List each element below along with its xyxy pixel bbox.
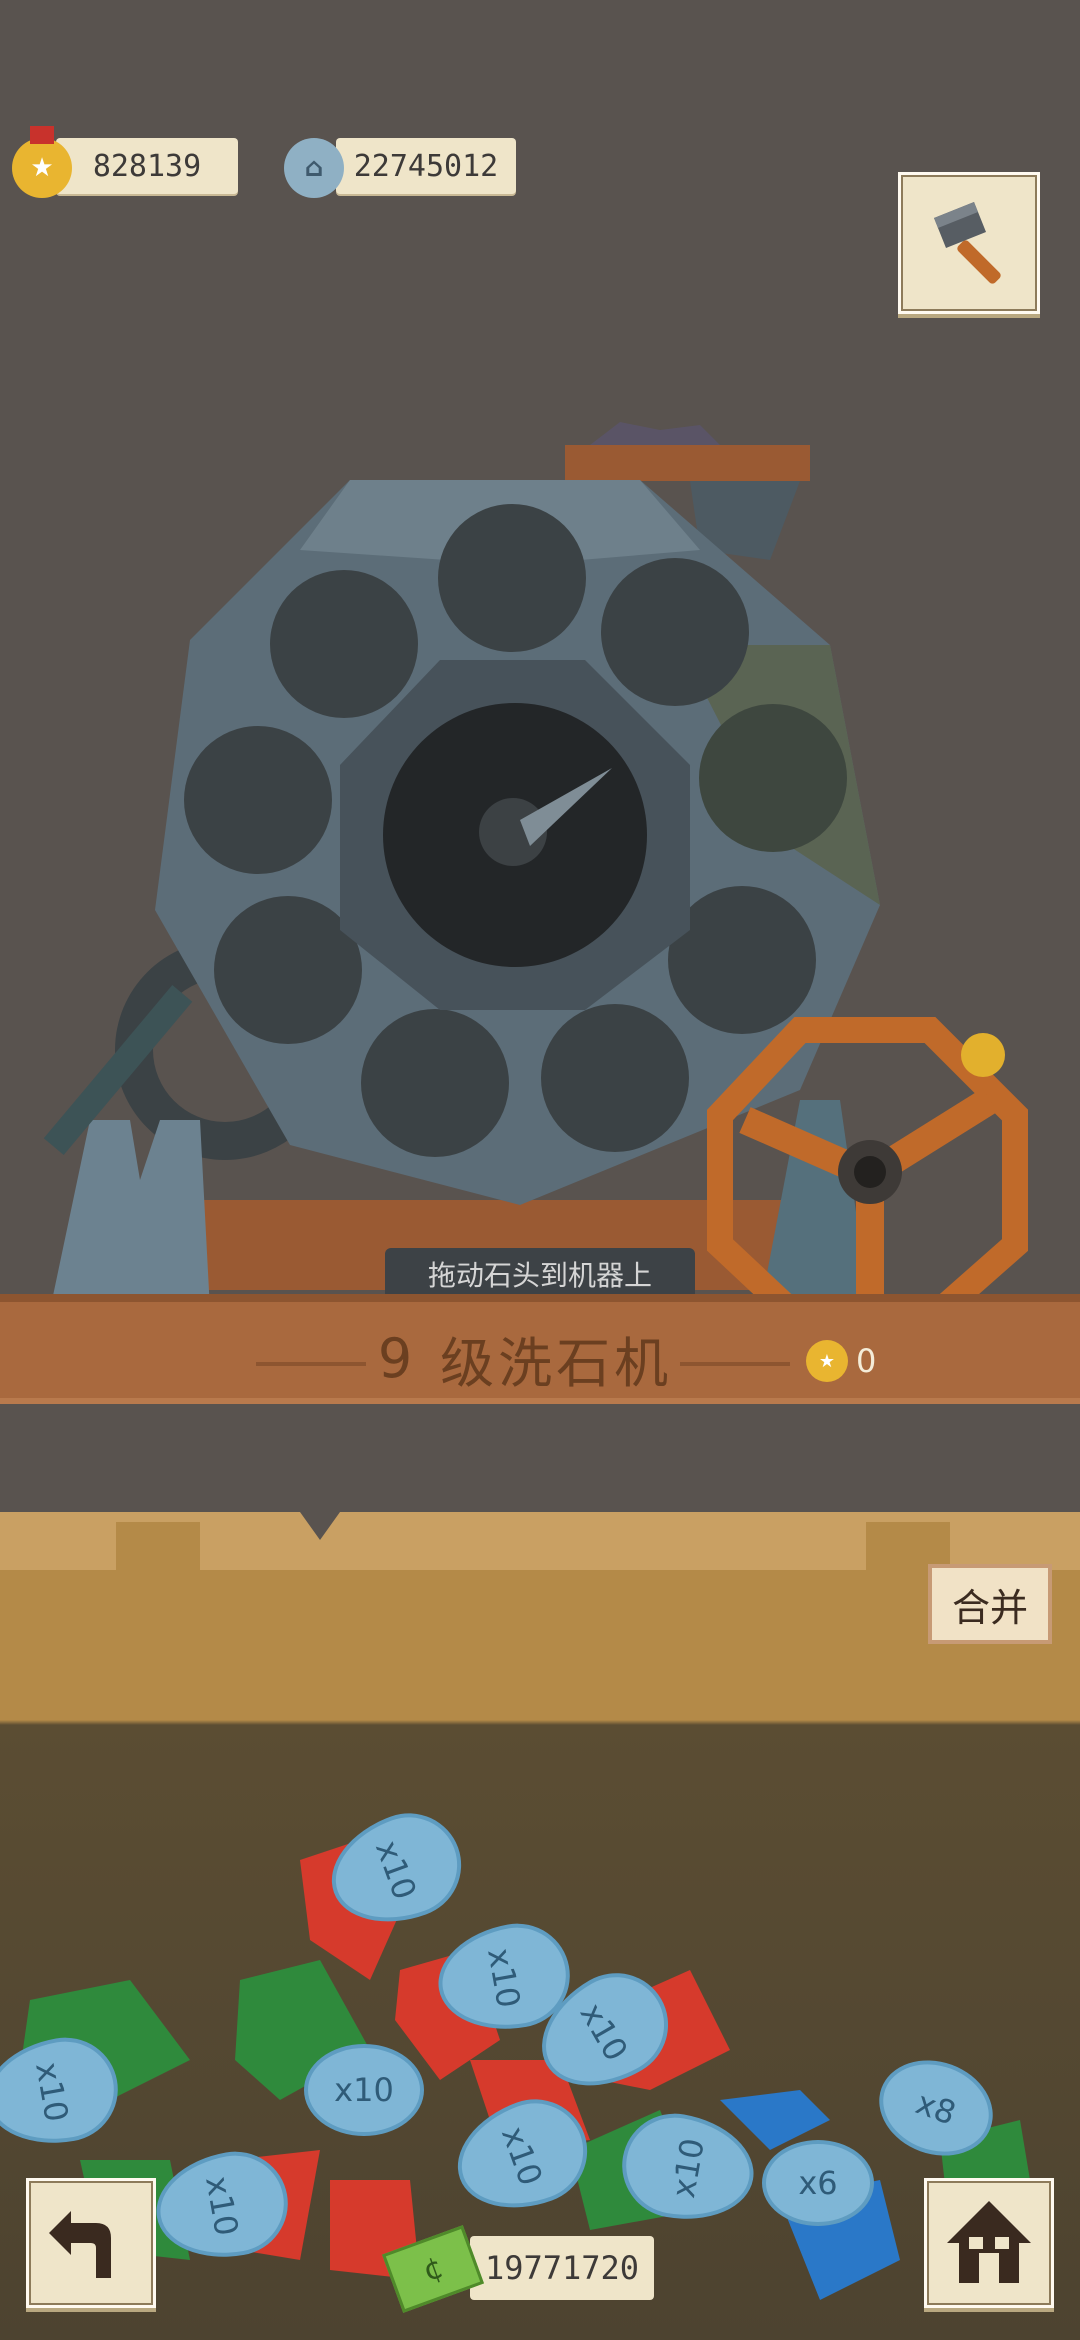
drum-slot[interactable] xyxy=(184,726,332,874)
plank-decoration xyxy=(680,1362,790,1366)
back-button[interactable] xyxy=(26,2178,156,2308)
steering-wheel[interactable] xyxy=(707,1017,1028,1320)
merge-button[interactable]: 合并 xyxy=(928,1564,1052,1644)
drum-slot[interactable] xyxy=(438,504,586,652)
feeder-tray[interactable] xyxy=(565,445,810,481)
drum-slot[interactable] xyxy=(668,886,816,1034)
left-stand xyxy=(50,1120,210,1310)
gear-coin-value: 22745012 xyxy=(353,148,499,184)
gear-coin-counter: 22745012 xyxy=(336,138,516,194)
hammer-button[interactable] xyxy=(898,172,1040,314)
machine-title: 9 级洗石机 xyxy=(360,1326,690,1395)
hammer-icon xyxy=(934,202,1001,284)
bin-notch xyxy=(300,1512,340,1540)
drum-slot[interactable] xyxy=(214,896,362,1044)
bin-post-left xyxy=(116,1522,200,1622)
multiplier-tag[interactable]: x10 xyxy=(304,2044,424,2136)
drum-slot[interactable] xyxy=(270,570,418,718)
drum-slot[interactable] xyxy=(541,1004,689,1152)
drum-slot[interactable] xyxy=(699,704,847,852)
reward-medal-icon: ★ xyxy=(806,1340,848,1382)
reward-value: 0 xyxy=(856,1342,877,1380)
home-icon xyxy=(947,2201,1031,2283)
drum-slot[interactable] xyxy=(361,1009,509,1157)
stone-washer-machine[interactable] xyxy=(0,400,1080,1320)
drum-slot[interactable] xyxy=(601,558,749,706)
machine-name: 级洗石机 xyxy=(440,1331,673,1395)
back-arrow-icon xyxy=(49,2211,111,2278)
medal-value: 828139 xyxy=(92,148,202,184)
medal-counter: 828139 xyxy=(56,138,238,194)
gear-coin-icon: ⌂ xyxy=(284,138,344,198)
money-counter: 19771720 xyxy=(470,2236,654,2300)
medal-icon: ★ xyxy=(12,126,72,198)
stone-on-tray xyxy=(590,422,720,445)
drag-hint: 拖动石头到机器上 xyxy=(385,1248,695,1300)
machine-level: 9 xyxy=(377,1326,417,1390)
home-button[interactable] xyxy=(924,2178,1054,2308)
plank-decoration xyxy=(256,1362,366,1366)
multiplier-tag[interactable]: x6 xyxy=(762,2140,874,2226)
